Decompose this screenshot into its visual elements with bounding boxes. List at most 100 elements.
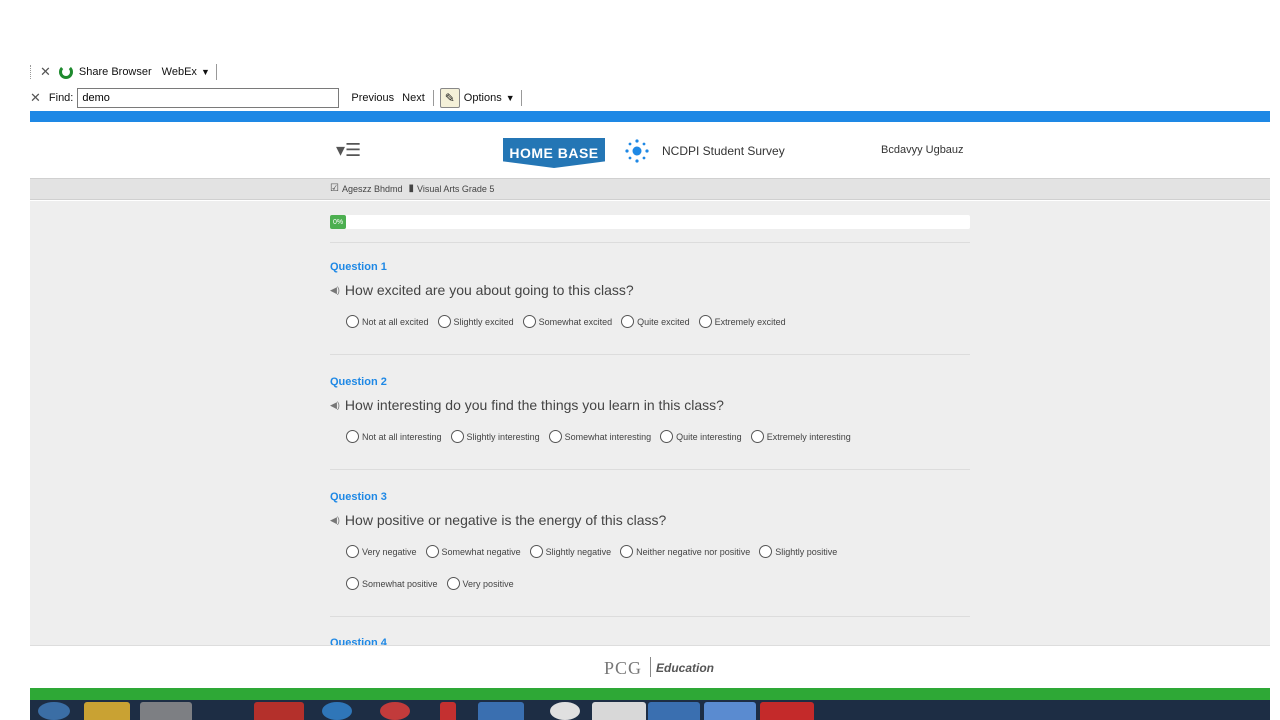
radio-button[interactable] bbox=[425, 545, 439, 558]
footer: PCG Education bbox=[30, 645, 1270, 688]
question-2-text: ◀︎) How interesting do you find the thin… bbox=[330, 397, 724, 413]
radio-button[interactable] bbox=[346, 545, 359, 558]
toolbar-divider bbox=[215, 64, 217, 80]
radio-option[interactable]: Extremely interesting bbox=[750, 430, 851, 443]
radio-option[interactable]: Quite excited bbox=[621, 315, 690, 328]
toolbar-divider bbox=[520, 90, 522, 106]
survey-content[interactable]: 0% Question 1 ◀︎) How excited are you ab… bbox=[30, 201, 1270, 645]
taskbar-app-icon[interactable] bbox=[592, 702, 646, 720]
taskbar-app-icon[interactable] bbox=[84, 702, 130, 720]
breadcrumb-teacher[interactable]: Ageszz Bhdmd bbox=[342, 184, 403, 194]
radio-label: Extremely interesting bbox=[766, 431, 851, 442]
divider bbox=[330, 616, 970, 617]
radio-option[interactable]: Somewhat negative bbox=[425, 545, 521, 558]
radio-button[interactable] bbox=[698, 315, 712, 328]
question-2-label: Question 2 bbox=[330, 376, 387, 388]
radio-option[interactable]: Neither negative nor positive bbox=[620, 545, 750, 558]
radio-button[interactable] bbox=[522, 315, 536, 328]
question-2-options: Not at all interesting Slightly interest… bbox=[346, 430, 860, 443]
radio-button[interactable] bbox=[548, 430, 562, 443]
radio-label: Very positive bbox=[462, 578, 514, 589]
radio-option[interactable]: Slightly positive bbox=[759, 545, 837, 558]
taskbar-app-icon[interactable] bbox=[760, 702, 814, 720]
taskbar-app-icon[interactable] bbox=[550, 702, 580, 720]
radio-label: Not at all excited bbox=[362, 316, 429, 327]
breadcrumb-bar: ☑ Ageszz Bhdmd ▮ Visual Arts Grade 5 bbox=[30, 178, 1270, 200]
home-base-logo[interactable]: HOME BASE bbox=[503, 138, 605, 168]
radio-label: Quite excited bbox=[637, 316, 690, 327]
start-button-icon[interactable] bbox=[38, 702, 70, 720]
taskbar-app-icon[interactable] bbox=[322, 702, 352, 720]
radio-button[interactable] bbox=[437, 315, 451, 328]
taskbar-app-icon[interactable] bbox=[648, 702, 700, 720]
chevron-down-icon[interactable]: ▼ bbox=[506, 93, 515, 103]
radio-label: Very negative bbox=[362, 546, 417, 557]
radio-label: Neither negative nor positive bbox=[636, 546, 751, 557]
webex-menu-button[interactable]: WebEx bbox=[162, 66, 197, 78]
find-next-button[interactable]: Next bbox=[402, 92, 425, 104]
radio-option[interactable]: Slightly interesting bbox=[450, 430, 540, 443]
taskbar-app-icon[interactable] bbox=[140, 702, 192, 720]
radio-option[interactable]: Not at all interesting bbox=[346, 430, 442, 443]
speaker-icon[interactable]: ◀︎) bbox=[330, 515, 340, 526]
question-3-text: ◀︎) How positive or negative is the ener… bbox=[330, 512, 666, 528]
toolbar-grip[interactable] bbox=[30, 65, 34, 79]
radio-button[interactable] bbox=[759, 545, 773, 558]
survey-title: NCDPI Student Survey bbox=[662, 144, 785, 158]
radio-option[interactable]: Extremely excited bbox=[698, 315, 786, 328]
question-3-prompt: How positive or negative is the energy o… bbox=[344, 512, 667, 528]
radio-button[interactable] bbox=[450, 430, 464, 443]
taskbar-app-icon[interactable] bbox=[440, 702, 456, 720]
radio-label: Somewhat negative bbox=[441, 546, 521, 557]
bottom-accent-bar bbox=[30, 688, 1270, 700]
radio-option[interactable]: Slightly negative bbox=[529, 545, 611, 558]
radio-label: Extremely excited bbox=[714, 316, 786, 327]
taskbar-app-icon[interactable] bbox=[254, 702, 304, 720]
close-find-icon[interactable]: ✕ bbox=[30, 90, 41, 106]
breadcrumb-course[interactable]: Visual Arts Grade 5 bbox=[417, 184, 494, 194]
radio-option[interactable]: Quite interesting bbox=[660, 430, 742, 443]
radio-button[interactable] bbox=[620, 545, 634, 558]
find-options-button[interactable]: Options bbox=[464, 92, 502, 104]
taskbar-app-icon[interactable] bbox=[478, 702, 524, 720]
radio-button[interactable] bbox=[529, 545, 543, 558]
share-browser-button[interactable]: Share Browser bbox=[79, 66, 152, 78]
taskbar-app-icon[interactable] bbox=[380, 702, 410, 720]
speaker-icon[interactable]: ◀︎) bbox=[330, 400, 340, 411]
os-taskbar bbox=[30, 700, 1270, 720]
radio-button[interactable] bbox=[446, 577, 460, 590]
divider bbox=[330, 354, 970, 355]
radio-label: Slightly interesting bbox=[466, 431, 540, 442]
divider bbox=[330, 242, 970, 243]
user-name[interactable]: Bcdavyy Ugbauz bbox=[881, 144, 964, 156]
radio-button[interactable] bbox=[660, 430, 674, 443]
radio-button[interactable] bbox=[346, 430, 359, 443]
find-input[interactable] bbox=[77, 88, 340, 108]
highlight-pencil-icon[interactable]: ✎ bbox=[439, 88, 460, 108]
progress-fill: 0% bbox=[330, 215, 346, 229]
find-bar: ✕ Find: Previous Next ✎ Options ▼ bbox=[30, 87, 522, 109]
app-header: ▾☰ HOME BASE NCDPI Student Survey Bcdavy… bbox=[30, 122, 1270, 178]
radio-option[interactable]: Somewhat positive bbox=[346, 577, 438, 590]
radio-button[interactable] bbox=[346, 577, 359, 590]
question-3-label: Question 3 bbox=[330, 491, 387, 503]
close-toolbar-icon[interactable]: ✕ bbox=[40, 64, 51, 80]
webex-toolbar: ✕ Share Browser WebEx ▼ bbox=[30, 62, 217, 82]
find-previous-button[interactable]: Previous bbox=[351, 92, 394, 104]
radio-option[interactable]: Not at all excited bbox=[346, 315, 429, 328]
radio-option[interactable]: Somewhat interesting bbox=[548, 430, 651, 443]
menu-icon[interactable]: ▾☰ bbox=[336, 140, 361, 161]
taskbar-app-icon[interactable] bbox=[704, 702, 756, 720]
radio-option[interactable]: Very positive bbox=[446, 577, 514, 590]
chevron-down-icon[interactable]: ▼ bbox=[201, 67, 210, 77]
find-label: Find: bbox=[48, 92, 74, 104]
radio-button[interactable] bbox=[346, 315, 359, 328]
radio-option[interactable]: Very negative bbox=[346, 545, 417, 558]
radio-button[interactable] bbox=[750, 430, 764, 443]
radio-option[interactable]: Slightly excited bbox=[437, 315, 514, 328]
speaker-icon[interactable]: ◀︎) bbox=[330, 285, 340, 296]
radio-option[interactable]: Somewhat excited bbox=[522, 315, 612, 328]
question-3-options-row-1: Very negative Somewhat negative Slightly… bbox=[346, 545, 846, 558]
edit-icon: ☑ bbox=[330, 183, 339, 194]
radio-button[interactable] bbox=[621, 315, 635, 328]
